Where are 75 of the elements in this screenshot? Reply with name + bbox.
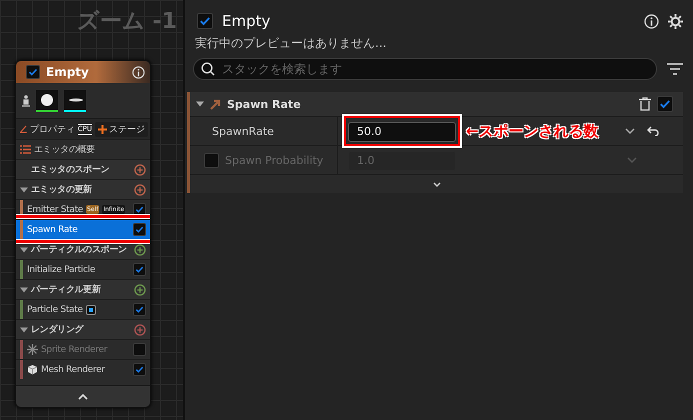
section-header[interactable]: レンダリング (16, 319, 150, 339)
status-text: 実行中のプレビューはありません... (195, 35, 388, 52)
checkbox[interactable] (133, 263, 146, 276)
section-header[interactable]: エミッタの更新 (16, 179, 150, 199)
sprite-thumbnail[interactable] (36, 90, 58, 112)
reset-icon[interactable] (647, 126, 659, 136)
section-header[interactable]: エミッタのスポーン (16, 159, 150, 179)
checkbox[interactable] (133, 343, 146, 356)
parameter-label: SpawnRate (212, 124, 274, 138)
check-icon (659, 98, 671, 110)
expanded-arrow-icon[interactable] (196, 100, 204, 108)
summary-row[interactable]: エミッタの概要 (16, 139, 150, 159)
section-header[interactable]: パーティクル更新 (16, 279, 150, 299)
module-label: Particle State (27, 304, 83, 314)
add-icon[interactable] (134, 244, 146, 256)
settings-icon[interactable] (668, 14, 683, 28)
module-row[interactable]: Particle State (16, 299, 150, 319)
pencil-icon (20, 124, 27, 134)
check-icon (135, 205, 144, 214)
check-icon (199, 15, 211, 27)
checkbox[interactable] (657, 96, 673, 112)
row-label: エミッタの概要 (34, 144, 96, 156)
mesh-thumbnail[interactable] (64, 90, 86, 112)
search-icon (201, 62, 215, 76)
person-icon (22, 94, 30, 106)
filter-icon[interactable] (667, 63, 683, 75)
expanded-arrow-icon[interactable] (20, 326, 28, 334)
module-label: Spawn Rate (27, 224, 78, 234)
module-label: Initialize Particle (27, 264, 96, 274)
chevron-down-icon (432, 182, 440, 186)
module-label: Mesh Renderer (41, 364, 105, 374)
delete-icon[interactable] (639, 97, 651, 111)
zoom-label: ズーム -1 (76, 8, 177, 36)
row-label: パーティクルのスポーン (31, 244, 128, 256)
emitter-title: Empty (222, 12, 272, 30)
checkbox[interactable] (133, 303, 146, 316)
check-icon (135, 305, 144, 314)
module-label: Sprite Renderer (41, 344, 108, 354)
dropdown-icon[interactable] (625, 128, 635, 134)
check-icon (135, 225, 144, 234)
sparkle-icon (27, 344, 38, 355)
arrow-icon (210, 98, 221, 110)
checkbox[interactable] (133, 363, 146, 376)
properties-tab[interactable]: プロパティ (30, 122, 75, 136)
chevron-up-icon (78, 394, 88, 400)
row-label: エミッタの更新 (31, 183, 93, 196)
check-icon (135, 365, 144, 374)
parameter-label: Spawn Probability (225, 154, 324, 166)
info-icon[interactable] (132, 66, 145, 78)
row-label: レンダリング (31, 324, 85, 336)
row-label: パーティクル更新 (31, 283, 102, 296)
node-title: Empty (46, 65, 90, 79)
expanded-arrow-icon[interactable] (20, 246, 28, 254)
cube-icon (27, 364, 38, 375)
checkbox[interactable] (26, 65, 40, 79)
info-icon[interactable] (644, 14, 659, 28)
annotation-text: ←スポーンされる数 (466, 122, 599, 140)
check-icon (28, 67, 38, 77)
check-icon (135, 265, 144, 274)
row-label: エミッタのスポーン (31, 164, 110, 176)
module-title: Spawn Rate (227, 98, 302, 110)
plus-icon (98, 124, 107, 134)
list-icon (20, 145, 31, 154)
expanded-arrow-icon[interactable] (20, 286, 28, 294)
value-field[interactable]: 50.0 (348, 122, 456, 142)
checkbox[interactable] (133, 223, 146, 236)
module-label: Emitter State (27, 204, 84, 214)
stage-button[interactable]: ステージ (95, 122, 148, 136)
expanded-arrow-icon[interactable] (20, 186, 28, 194)
module-row[interactable]: Initialize Particle (16, 259, 150, 279)
search-field[interactable]: スタックを検索します (193, 58, 657, 80)
dot-badge (86, 304, 96, 314)
checkbox[interactable] (204, 152, 219, 168)
checkbox[interactable] (197, 13, 213, 29)
module-row[interactable]: Mesh Renderer (16, 359, 150, 379)
